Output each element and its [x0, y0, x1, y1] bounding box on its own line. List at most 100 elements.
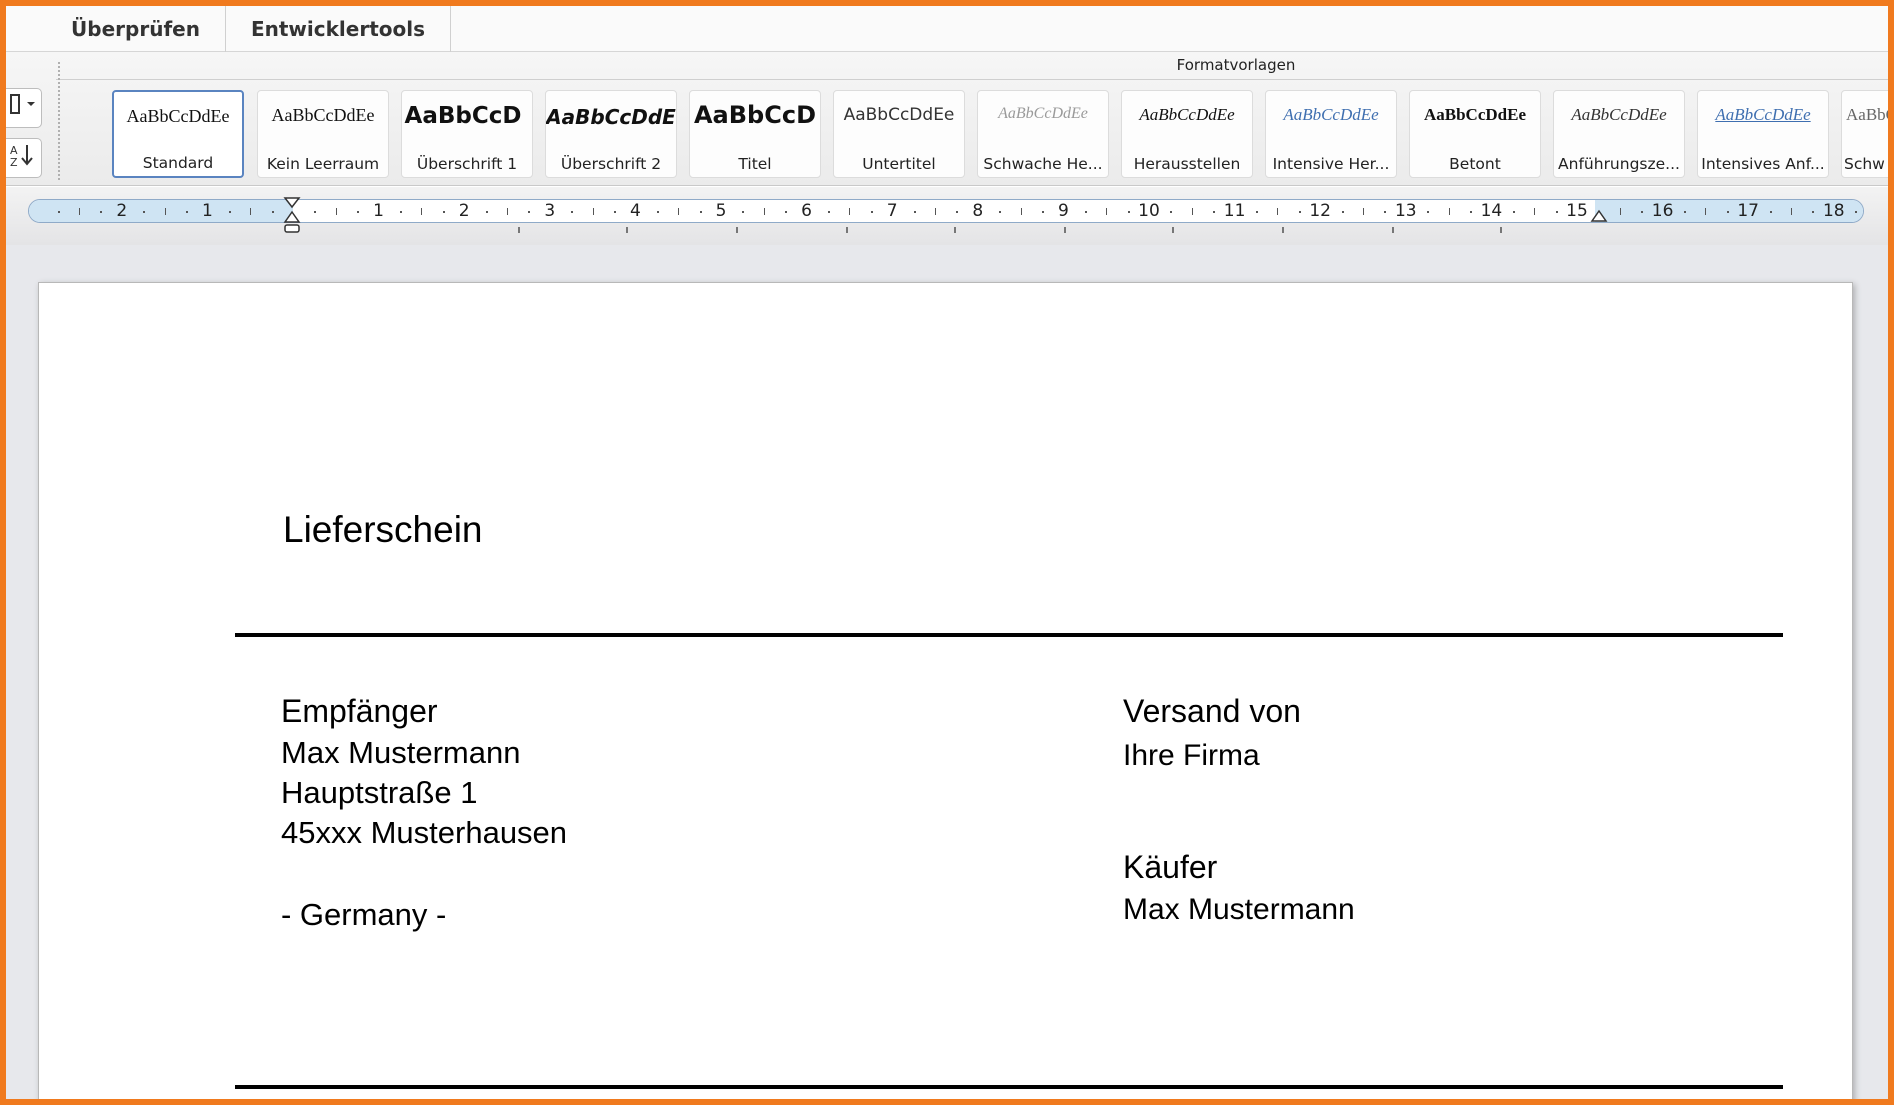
right-indent-marker[interactable]: [1590, 209, 1608, 225]
ruler-tabstop: [1282, 227, 1284, 233]
ruler-tick: [271, 211, 274, 213]
style-label: Intensive Her...: [1272, 155, 1390, 173]
ruler-tick: [1641, 211, 1644, 213]
style-titel[interactable]: AaBbCcD Titel: [689, 90, 821, 178]
ruler-tick: [870, 211, 873, 213]
ruler-number: 17: [1737, 201, 1760, 221]
style-label: Titel: [738, 155, 772, 173]
style-sample: AaBbCcDdEe: [126, 106, 230, 126]
style-untertitel[interactable]: AaBbCcDdEe Untertitel: [833, 90, 965, 178]
ruler-tick: [79, 208, 80, 215]
ruler-number: 8: [972, 201, 984, 221]
recipient-heading: Empfänger: [281, 693, 438, 729]
ruler-tick: [785, 211, 788, 213]
ruler-tick: [699, 211, 702, 213]
ruler-number: 14: [1480, 201, 1503, 221]
style-ueberschrift-1[interactable]: AaBbCcD Überschrift 1: [401, 90, 533, 178]
style-label: Untertitel: [862, 155, 936, 173]
ruler-tick: [357, 211, 360, 213]
ruler-tabstop: [1064, 227, 1066, 233]
style-sample: AaBbCcDdEe: [1283, 105, 1379, 124]
ruler-tick: [849, 208, 851, 215]
ruler-tick: [186, 211, 188, 213]
style-schwache-hervorhebung[interactable]: AaBbCcDdEe Schwache He...: [977, 90, 1109, 178]
ruler-number: 7: [886, 201, 898, 221]
ruler-number: 11: [1223, 201, 1246, 221]
ruler-tick: [1769, 211, 1772, 213]
style-standard[interactable]: AaBbCcDdEe Standard: [112, 90, 244, 178]
ruler-tick: [656, 211, 659, 213]
top-horizontal-line: [235, 633, 1783, 637]
style-sample: AaBbCcDdEe: [271, 105, 375, 125]
style-anfuehrungszeichen[interactable]: AaBbCcDdEe Anführungsze...: [1553, 90, 1685, 178]
ruler-tick: [1705, 208, 1707, 215]
ruler-tick: [614, 211, 616, 213]
ruler-tick: [1791, 208, 1792, 215]
style-sample: AaBbCcDdE: [546, 105, 676, 129]
style-label: Intensives Anf...: [1701, 155, 1825, 173]
ruler-tick: [1812, 211, 1815, 213]
ruler-tick: [421, 208, 423, 215]
ruler-tick: [592, 208, 594, 215]
style-intensive-hervorhebung[interactable]: AaBbCcDdEe Intensive Her...: [1265, 90, 1397, 178]
ruler-tick: [571, 211, 574, 213]
first-line-indent-marker[interactable]: [282, 195, 302, 235]
ruler-tick: [1213, 211, 1216, 213]
ruler-tick: [100, 211, 103, 213]
ruler-number: 2: [116, 201, 128, 221]
recipient-name: Max Mustermann: [281, 735, 521, 770]
tab-entwicklertools[interactable]: Entwicklertools: [226, 6, 451, 52]
style-sample: AaBbCcD: [404, 103, 530, 129]
style-ueberschrift-2[interactable]: AaBbCcDdE Überschrift 2: [545, 90, 677, 178]
ruler-tick: [1363, 208, 1364, 215]
ruler-tabstop: [1500, 227, 1502, 233]
ruler-tabstop: [954, 227, 956, 233]
style-kein-leerraum[interactable]: AaBbCcDdEe Kein Leerraum: [257, 90, 389, 178]
style-sample: AaBbCcDdEe: [1571, 105, 1667, 124]
ruler-number: 16: [1651, 201, 1674, 221]
tab-ueberpruefen[interactable]: Überprüfen: [46, 6, 226, 52]
sort-button[interactable]: A Z: [6, 138, 42, 178]
ruler-number: 6: [801, 201, 813, 221]
ruler-tick: [1277, 208, 1279, 215]
style-sample: AaBbCcD: [693, 101, 816, 129]
ruler-tick: [250, 208, 252, 215]
style-schwacher-verweis[interactable]: AaBbC Schw: [1841, 90, 1894, 178]
style-sample: AaBbCcDdEe: [843, 105, 955, 125]
buyer-heading: Käufer: [1123, 849, 1218, 885]
document-page[interactable]: Lieferschein Empfänger Max Mustermann Ha…: [38, 282, 1853, 1105]
ruler-tick: [828, 211, 830, 213]
sort-icon: A Z: [10, 144, 33, 169]
ruler-tick: [1256, 211, 1258, 213]
svg-text:Z: Z: [10, 156, 18, 169]
ruler-tick: [678, 208, 680, 215]
bottom-horizontal-line: [235, 1085, 1783, 1089]
horizontal-ruler[interactable]: 2 1 1 2 3 4 5 6 7 8 9 10 11 12 13 14 15 16 17 18: [28, 199, 1864, 223]
ruler-number: 13: [1394, 201, 1417, 221]
recipient-city: 45xxx Musterhausen: [281, 815, 568, 850]
style-label: Überschrift 1: [416, 155, 518, 173]
style-intensives-anfuehrungszeichen[interactable]: AaBbCcDdEe Intensives Anf...: [1697, 90, 1829, 178]
ruler-tabstop: [1172, 227, 1174, 233]
style-herausstellen[interactable]: AaBbCcDdEe Herausstellen: [1121, 90, 1253, 178]
style-betont[interactable]: AaBbCcDdEe Betont: [1409, 90, 1541, 178]
ruler-tick: [1084, 211, 1087, 213]
ruler-number: 10: [1138, 201, 1160, 221]
style-label: Herausstellen: [1133, 155, 1241, 173]
ruler-tick: [1341, 211, 1344, 213]
ruler-tick: [1726, 211, 1729, 213]
document-workspace[interactable]: Lieferschein Empfänger Max Mustermann Ha…: [6, 245, 1888, 1105]
recipient-street: Hauptstraße 1: [281, 775, 478, 810]
styles-group-title: Formatvorlagen: [1176, 56, 1296, 74]
ruler-number: 1: [201, 201, 213, 221]
style-label: Standard: [142, 154, 214, 172]
paragraph-border-dropdown[interactable]: [6, 88, 42, 128]
ribbon-tab-bar: Überprüfen Entwicklertools: [6, 6, 1888, 52]
ruler-tick: [528, 211, 531, 213]
style-label: Überschrift 2: [560, 155, 662, 173]
ruler-tick: [1427, 211, 1430, 213]
ruler-number: 3: [544, 201, 556, 221]
ruler-number: 15: [1566, 201, 1588, 221]
ruler-tick: [1127, 211, 1130, 213]
ruler-tabstop: [518, 227, 520, 233]
